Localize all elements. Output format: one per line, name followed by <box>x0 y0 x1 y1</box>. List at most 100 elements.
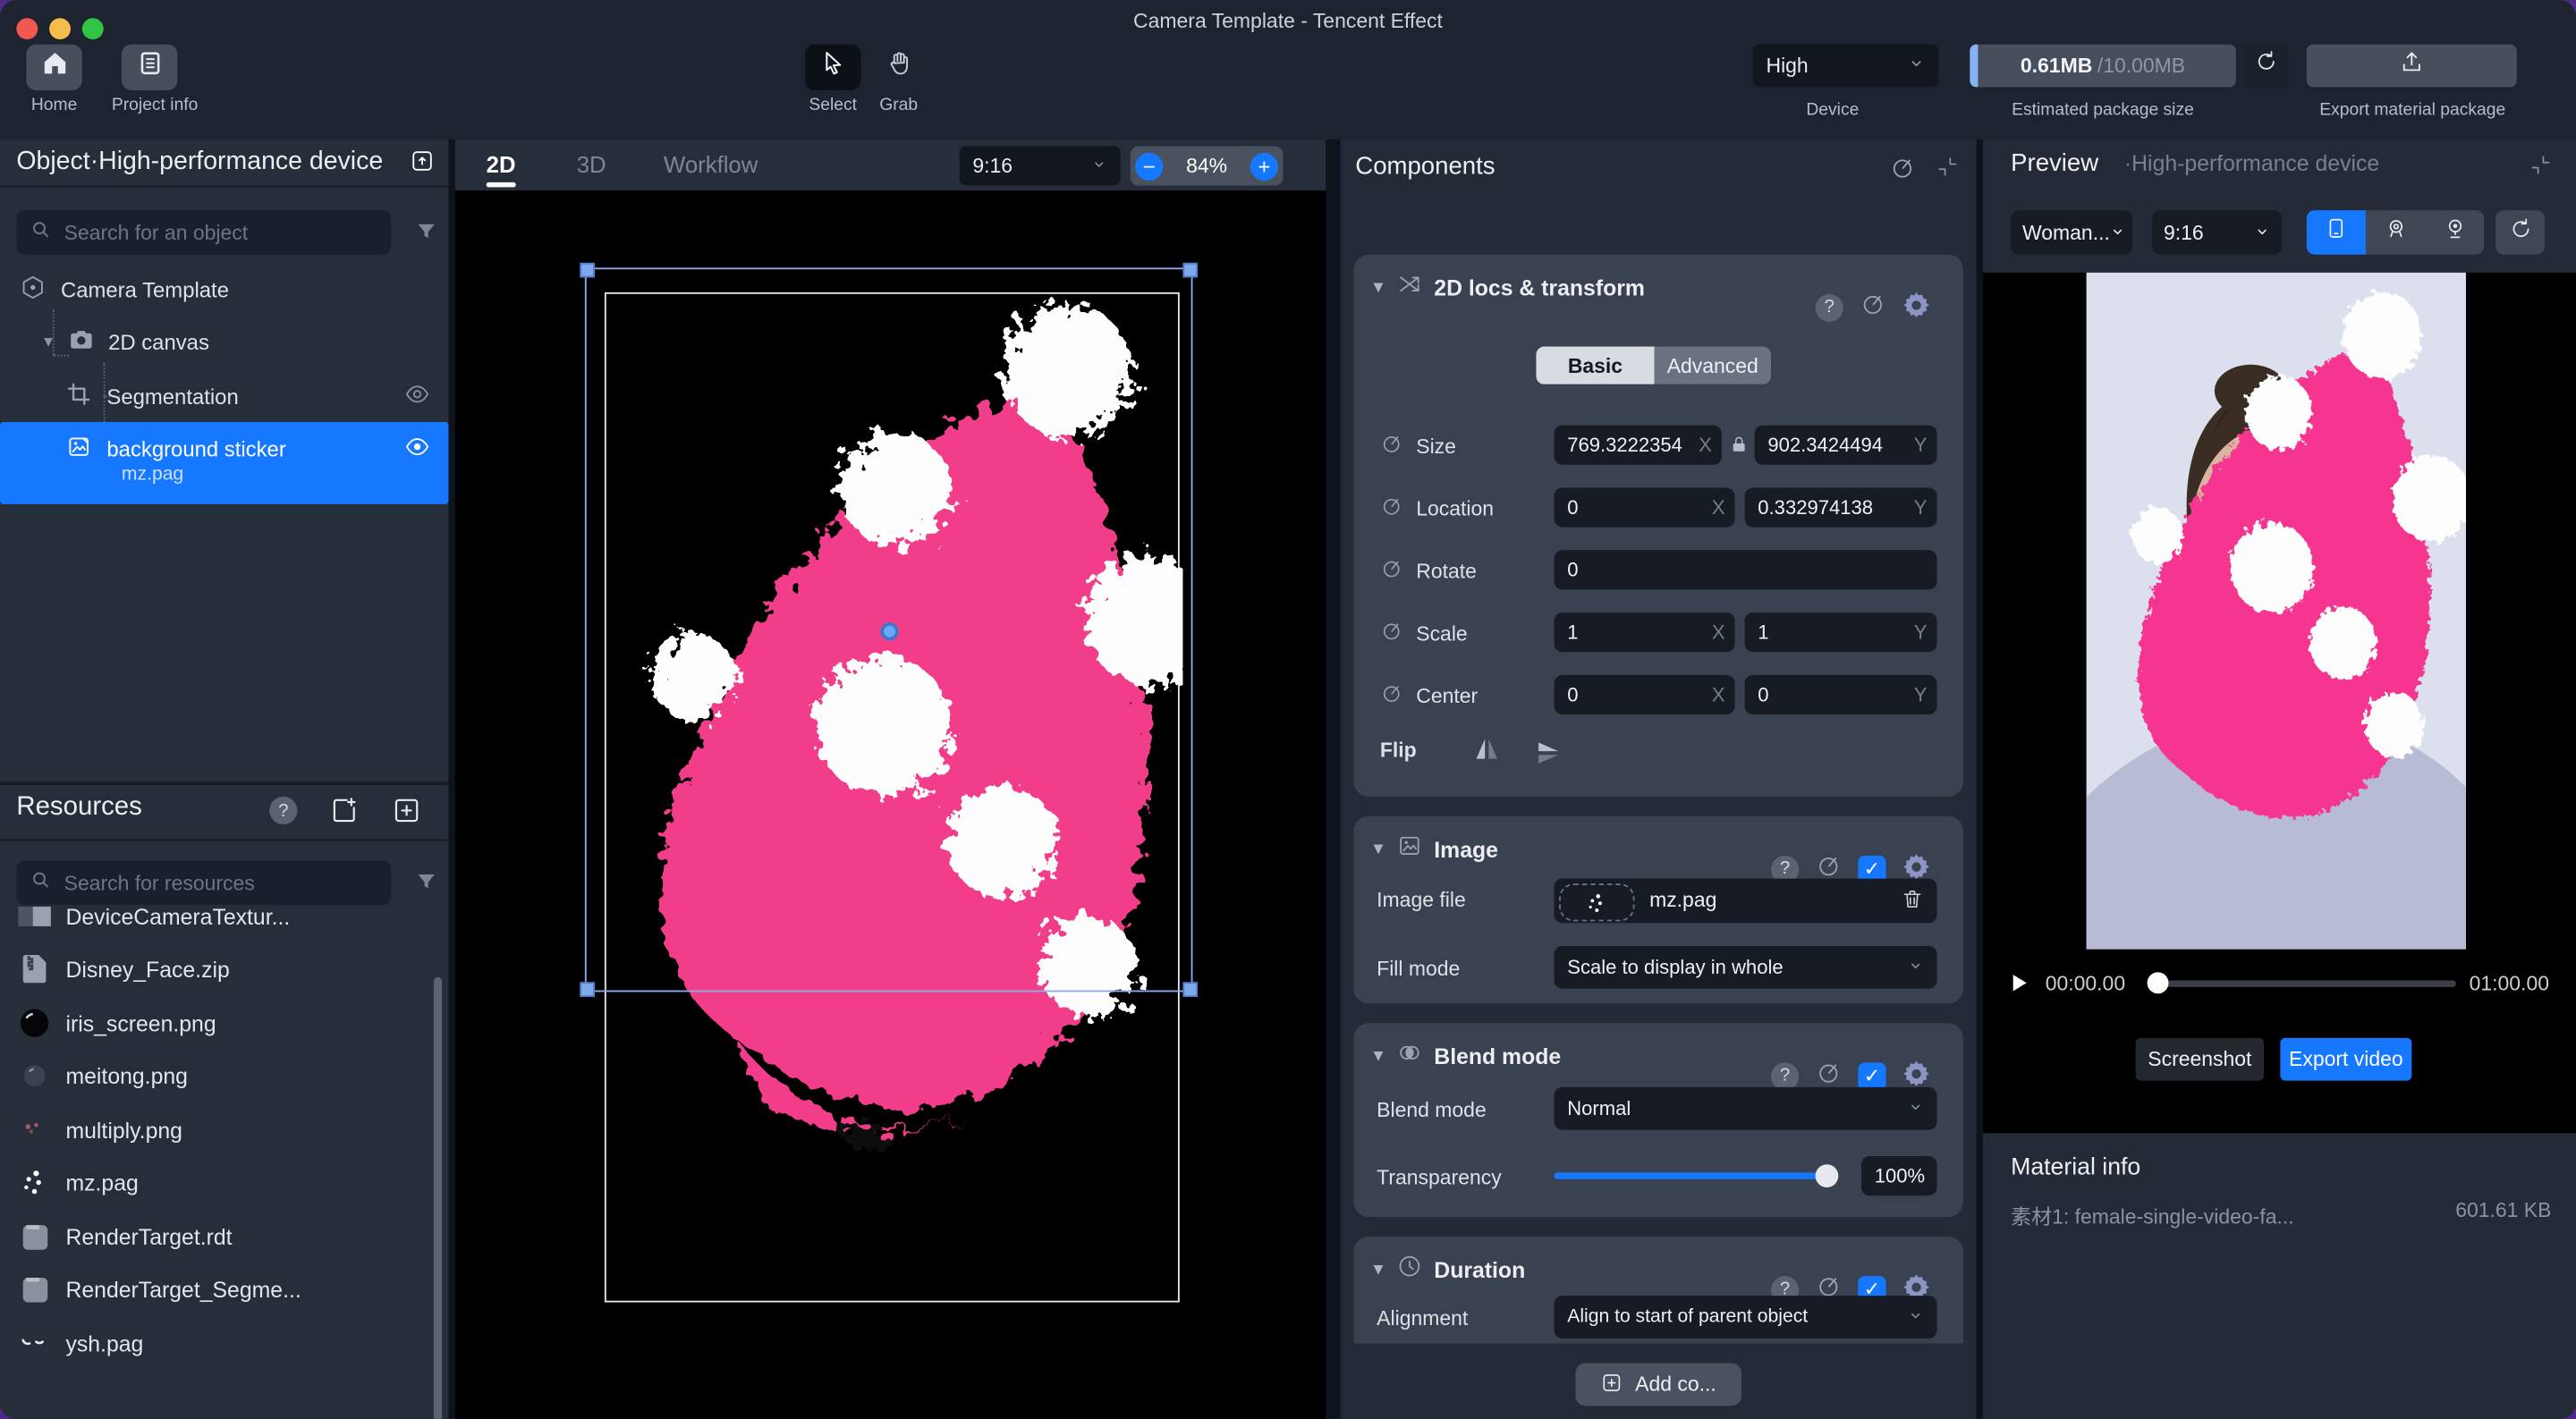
center-x-input[interactable] <box>1567 675 1708 714</box>
grab-tool[interactable]: Grab <box>870 45 926 115</box>
size-y-field[interactable]: Y <box>1755 426 1937 465</box>
center-y-input[interactable] <box>1758 675 1911 714</box>
resource-item[interactable]: iris_screen.png <box>0 997 448 1050</box>
reset-icon[interactable] <box>1860 290 1885 325</box>
transparency-slider[interactable] <box>1555 1172 1837 1178</box>
reset-field-icon[interactable] <box>1380 494 1403 522</box>
sticker-anchor-point[interactable] <box>880 622 898 640</box>
zoom-out-button[interactable]: − <box>1135 152 1163 180</box>
tab-workflow[interactable]: Workflow <box>664 139 758 190</box>
blend-mode-select[interactable]: Normal <box>1555 1087 1937 1130</box>
gear-icon[interactable] <box>1902 289 1930 325</box>
resources-search-input[interactable] <box>61 870 377 896</box>
camera2-source-button[interactable] <box>2425 210 2484 255</box>
location-x-input[interactable] <box>1567 488 1708 528</box>
reset-all-icon[interactable] <box>1889 155 1915 190</box>
resource-item[interactable]: DeviceCameraTextur... <box>0 907 448 942</box>
location-y-input[interactable] <box>1758 488 1911 528</box>
resource-item[interactable]: Disney_Face.zip <box>0 942 448 995</box>
tab-3d[interactable]: 3D <box>577 139 606 190</box>
play-button[interactable] <box>2006 971 2031 1004</box>
trash-icon[interactable] <box>1901 887 1924 920</box>
transparency-value-field[interactable]: 100% <box>1861 1156 1936 1195</box>
reset-field-icon[interactable] <box>1380 432 1403 460</box>
object-search-input[interactable] <box>61 219 377 245</box>
location-y-field[interactable]: Y <box>1745 488 1937 528</box>
timeline-slider[interactable] <box>2156 981 2456 987</box>
device-select[interactable]: High <box>1753 45 1939 88</box>
collapse-arrow-icon[interactable]: ▼ <box>1370 1261 1386 1279</box>
image-file-thumbnail[interactable] <box>1559 883 1634 921</box>
add-component-button[interactable]: Add co... <box>1575 1363 1741 1406</box>
enabled-checkbox[interactable]: ✓ <box>1858 1061 1885 1089</box>
project-info-button[interactable]: Project info <box>112 45 187 115</box>
reset-field-icon[interactable] <box>1380 557 1403 585</box>
reset-field-icon[interactable] <box>1380 619 1403 646</box>
selection-handle-nw[interactable] <box>580 263 595 278</box>
select-tool[interactable]: Select <box>805 45 860 115</box>
camera-source-button[interactable] <box>2366 210 2425 255</box>
scale-x-input[interactable] <box>1567 612 1708 652</box>
aspect-ratio-select[interactable]: 9:16 <box>960 146 1121 185</box>
object-search[interactable] <box>16 210 391 255</box>
preview-model-select[interactable]: Woman... <box>2011 210 2132 255</box>
lock-ratio-icon[interactable] <box>1728 432 1750 465</box>
help-icon[interactable]: ? <box>1771 1061 1799 1089</box>
flip-horizontal-icon[interactable] <box>1472 734 1502 772</box>
visibility-eye-icon[interactable] <box>404 433 430 464</box>
resources-scrollbar[interactable] <box>434 977 442 1419</box>
tab-2d[interactable]: 2D <box>487 139 516 190</box>
collapse-panel-icon[interactable] <box>1936 155 1961 190</box>
export-package-button[interactable] <box>2307 45 2517 88</box>
resource-item[interactable]: multiply.png <box>0 1103 448 1156</box>
resources-help-icon[interactable]: ? <box>269 797 297 824</box>
zoom-in-button[interactable]: + <box>1250 152 1278 180</box>
home-button[interactable]: Home <box>26 45 81 115</box>
collapse-arrow-icon[interactable]: ▼ <box>1370 1047 1386 1065</box>
resource-item[interactable]: meitong.png <box>0 1050 448 1102</box>
help-icon[interactable]: ? <box>1816 293 1843 321</box>
scale-x-field[interactable]: X <box>1555 612 1735 652</box>
screenshot-button[interactable]: Screenshot <box>2136 1038 2264 1081</box>
size-y-input[interactable] <box>1767 426 1911 465</box>
alignment-select[interactable]: Align to start of parent object <box>1555 1296 1937 1339</box>
tree-item-camera-template[interactable]: Camera Template <box>0 267 448 310</box>
center-x-field[interactable]: X <box>1555 675 1735 714</box>
resource-item[interactable]: RenderTarget_Segme... <box>0 1263 448 1315</box>
selection-handle-se[interactable] <box>1182 982 1198 997</box>
export-video-button[interactable]: Export video <box>2280 1038 2411 1081</box>
import-resource-icon[interactable] <box>328 795 360 834</box>
timeline-handle[interactable] <box>2148 972 2169 993</box>
fill-mode-select[interactable]: Scale to display in whole <box>1555 946 1937 989</box>
tree-item-segmentation[interactable]: Segmentation <box>0 375 448 418</box>
location-x-field[interactable]: X <box>1555 488 1735 528</box>
selection-handle-ne[interactable] <box>1182 263 1198 278</box>
rotate-field[interactable] <box>1555 550 1937 589</box>
preview-refresh-button[interactable] <box>2496 210 2545 255</box>
refresh-package-button[interactable] <box>2244 45 2287 88</box>
flip-vertical-icon[interactable] <box>1525 739 1563 768</box>
collapse-arrow-icon[interactable]: ▼ <box>1370 278 1386 296</box>
transparency-slider-handle[interactable] <box>1816 1164 1839 1187</box>
tab-advanced[interactable]: Advanced <box>1655 347 1771 384</box>
resource-item[interactable]: RenderTarget.rdt <box>0 1211 448 1263</box>
scale-y-field[interactable]: Y <box>1745 612 1937 652</box>
popout-panel-icon[interactable] <box>409 148 435 182</box>
size-x-input[interactable] <box>1567 426 1695 465</box>
preview-aspect-select[interactable]: 9:16 <box>2152 210 2282 255</box>
rotate-input[interactable] <box>1567 550 1911 589</box>
phone-source-button[interactable] <box>2307 210 2366 255</box>
scale-y-input[interactable] <box>1758 612 1911 652</box>
reset-field-icon[interactable] <box>1380 681 1403 709</box>
resources-search[interactable] <box>16 860 391 905</box>
tab-basic[interactable]: Basic <box>1536 347 1654 384</box>
tree-item-background-sticker[interactable]: background sticker mz.pag <box>0 422 448 504</box>
size-x-field[interactable]: X <box>1555 426 1722 465</box>
object-filter-icon[interactable] <box>414 220 439 253</box>
add-resource-icon[interactable] <box>391 795 422 834</box>
center-y-field[interactable]: Y <box>1745 675 1937 714</box>
collapse-panel-icon[interactable] <box>2529 153 2554 186</box>
tree-item-2d-canvas[interactable]: ▼ 2D canvas <box>0 320 448 363</box>
expand-arrow-icon[interactable]: ▼ <box>41 334 55 350</box>
resources-filter-icon[interactable] <box>414 870 439 903</box>
